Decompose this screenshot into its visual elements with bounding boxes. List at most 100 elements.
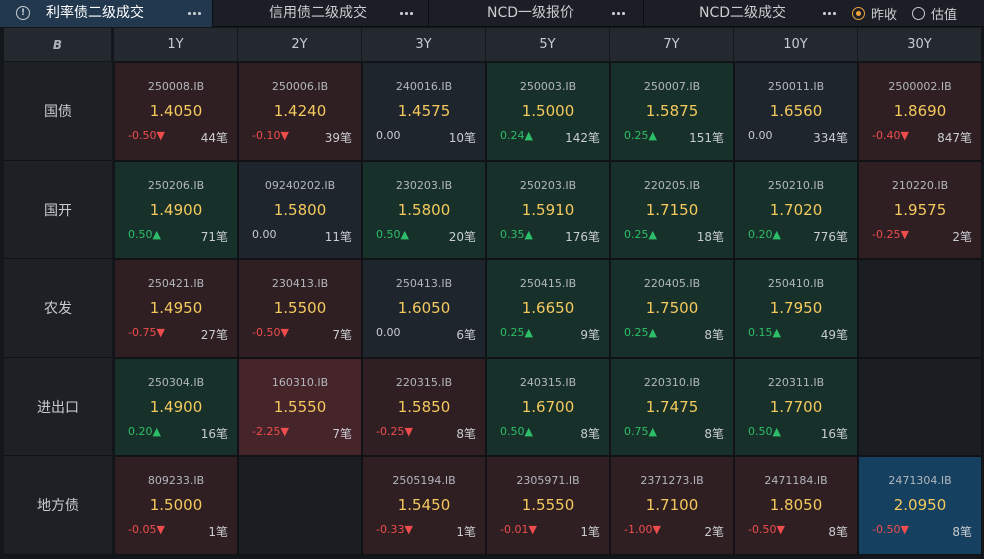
bond-code: 250410.IB	[767, 277, 825, 290]
quote-cell[interactable]: 09240202.IB 1.5800 0.00 11笔	[238, 161, 362, 259]
change-value: 0.24	[500, 129, 525, 142]
quote-cell[interactable]: 250006.IB 1.4240 -0.10▼ 39笔	[238, 62, 362, 161]
quote-cell[interactable]: 220205.IB 1.7150 0.25▲ 18笔	[610, 161, 734, 259]
more-icon[interactable]	[187, 7, 203, 19]
quote-cell[interactable]: 2471184.IB 1.8050 -0.50▼ 8笔	[734, 456, 858, 555]
quote-cell[interactable]: 220310.IB 1.7475 0.75▲ 8笔	[610, 358, 734, 456]
more-icon[interactable]	[611, 7, 627, 19]
quote-cell[interactable]: 250007.IB 1.5875 0.25▲ 151笔	[610, 62, 734, 161]
yield-change: 0.20▲	[128, 425, 161, 438]
quote-cell[interactable]: 250203.IB 1.5910 0.35▲ 176笔	[486, 161, 610, 259]
empty-cell	[238, 456, 362, 555]
bond-code: 220310.IB	[643, 376, 701, 389]
bond-code: 2371273.IB	[640, 474, 704, 487]
change-value: -0.05	[128, 523, 157, 536]
yield-change: -0.50▼	[252, 326, 289, 339]
column-header-10y[interactable]: 10Y	[734, 28, 858, 61]
change-value: 0.50	[748, 425, 773, 438]
trade-count: 8笔	[828, 525, 848, 539]
quote-cell[interactable]: 250003.IB 1.5000 0.24▲ 142笔	[486, 62, 610, 161]
tab-ncd-secondary[interactable]: NCD二级成交	[644, 0, 844, 27]
change-value: 0.25	[624, 129, 649, 142]
quote-cell[interactable]: 240016.IB 1.4575 0.00 10笔	[362, 62, 486, 161]
row-label: 进出口	[4, 358, 112, 456]
quote-cell[interactable]: 250206.IB 1.4900 0.50▲ 71笔	[114, 161, 238, 259]
tab-rate-bond-secondary[interactable]: ! 利率债二级成交	[0, 0, 212, 27]
up-arrow-icon: ▲	[772, 228, 781, 241]
quote-cell[interactable]: 250210.IB 1.7020 0.20▲ 776笔	[734, 161, 858, 259]
quote-cell[interactable]: 210220.IB 1.9575 -0.25▼ 2笔	[858, 161, 982, 259]
yield-change: 0.00	[748, 129, 773, 142]
quote-cell[interactable]: 160310.IB 1.5550 -2.25▼ 7笔	[238, 358, 362, 456]
change-value: -0.25	[872, 228, 901, 241]
bond-yield: 1.5000	[149, 496, 203, 514]
tab-ncd-primary-quote[interactable]: NCD一级报价	[429, 0, 643, 27]
bond-yield: 1.5800	[397, 201, 451, 219]
quote-cell[interactable]: 240315.IB 1.6700 0.50▲ 8笔	[486, 358, 610, 456]
quote-cell[interactable]: 2471304.IB 2.0950 -0.50▼ 8笔	[858, 456, 982, 555]
quote-cell[interactable]: 2505194.IB 1.5450 -0.33▼ 1笔	[362, 456, 486, 555]
column-header-3y[interactable]: 3Y	[362, 28, 486, 61]
quote-cell[interactable]: 250304.IB 1.4900 0.20▲ 16笔	[114, 358, 238, 456]
bond-code: 2471304.IB	[888, 474, 952, 487]
more-icon[interactable]	[822, 7, 838, 19]
bond-yield: 1.5550	[521, 496, 575, 514]
radio-valuation[interactable]: 估值	[912, 5, 958, 23]
radio-prev-close[interactable]: 昨收	[852, 5, 897, 23]
quote-cell[interactable]: 250415.IB 1.6650 0.25▲ 9笔	[486, 259, 610, 358]
up-arrow-icon: ▲	[772, 326, 781, 339]
tab-credit-bond-secondary[interactable]: 信用债二级成交	[213, 0, 428, 27]
quote-cell[interactable]: 250421.IB 1.4950 -0.75▼ 27笔	[114, 259, 238, 358]
up-arrow-icon: ▲	[524, 129, 533, 142]
bond-code: 2305971.IB	[516, 474, 580, 487]
change-value: -0.50	[252, 326, 281, 339]
bond-code: 160310.IB	[271, 376, 329, 389]
trade-count: 9笔	[580, 328, 600, 342]
quote-cell[interactable]: 2500002.IB 1.8690 -0.40▼ 847笔	[858, 62, 982, 161]
quote-cell[interactable]: 250410.IB 1.7950 0.15▲ 49笔	[734, 259, 858, 358]
yield-change: 0.25▲	[500, 326, 533, 339]
yield-change: -0.05▼	[128, 523, 165, 536]
yield-change: 0.20▲	[748, 228, 781, 241]
trade-count: 8笔	[704, 328, 724, 342]
quote-cell[interactable]: 250011.IB 1.6560 0.00 334笔	[734, 62, 858, 161]
more-icon[interactable]	[399, 7, 415, 19]
column-header-5y[interactable]: 5Y	[486, 28, 610, 61]
yield-change: -0.50▼	[748, 523, 785, 536]
yield-change: 0.25▲	[624, 228, 657, 241]
yield-change: 0.50▲	[376, 228, 409, 241]
column-header-1y[interactable]: 1Y	[114, 28, 238, 61]
down-arrow-icon: ▼	[404, 425, 413, 438]
yield-change: 0.50▲	[748, 425, 781, 438]
quote-cell[interactable]: 250008.IB 1.4050 -0.50▼ 44笔	[114, 62, 238, 161]
bond-yield: 1.5000	[521, 102, 575, 120]
quote-cell[interactable]: 220315.IB 1.5850 -0.25▼ 8笔	[362, 358, 486, 456]
row-label: 农发	[4, 259, 112, 358]
column-header-30y[interactable]: 30Y	[858, 28, 982, 61]
quote-cell[interactable]: 250413.IB 1.6050 0.00 6笔	[362, 259, 486, 358]
change-value: -0.50	[128, 129, 157, 142]
column-header-2y[interactable]: 2Y	[238, 28, 362, 61]
yield-change: -1.00▼	[624, 523, 661, 536]
info-icon[interactable]: !	[16, 6, 30, 20]
quote-cell[interactable]: 809233.IB 1.5000 -0.05▼ 1笔	[114, 456, 238, 555]
radio-label: 估值	[931, 8, 958, 23]
bond-yield: 1.7150	[645, 201, 699, 219]
quote-cell[interactable]: 2371273.IB 1.7100 -1.00▼ 2笔	[610, 456, 734, 555]
yield-change: -0.50▼	[128, 129, 165, 142]
change-value: 0.25	[500, 326, 525, 339]
quote-cell[interactable]: 220405.IB 1.7500 0.25▲ 8笔	[610, 259, 734, 358]
change-value: 0.00	[376, 129, 401, 142]
quote-cell[interactable]: 220311.IB 1.7700 0.50▲ 16笔	[734, 358, 858, 456]
tab-bar: ! 利率债二级成交 信用债二级成交 NCD一级报价 NCD二级成交 昨收 估值	[0, 0, 984, 27]
column-header-7y[interactable]: 7Y	[610, 28, 734, 61]
quote-cell[interactable]: 2305971.IB 1.5550 -0.01▼ 1笔	[486, 456, 610, 555]
quote-cell[interactable]: 230203.IB 1.5800 0.50▲ 20笔	[362, 161, 486, 259]
bond-code: 250203.IB	[519, 179, 577, 192]
trade-count: 8笔	[952, 525, 972, 539]
row-label: 国债	[4, 62, 112, 161]
bond-yield: 1.4900	[149, 398, 203, 416]
tab-label: 信用债二级成交	[269, 5, 367, 21]
change-value: 0.00	[748, 129, 773, 142]
quote-cell[interactable]: 230413.IB 1.5500 -0.50▼ 7笔	[238, 259, 362, 358]
